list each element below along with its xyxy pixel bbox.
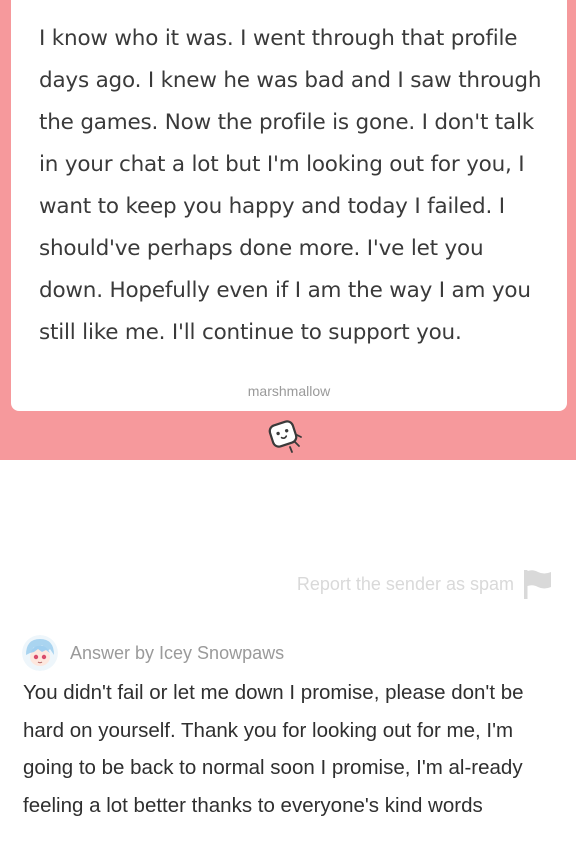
report-spam-button[interactable]: Report the sender as spam bbox=[297, 567, 552, 601]
answer-header: Answer by Icey Snowpaws bbox=[22, 632, 284, 674]
answer-text: You didn't fail or let me down I promise… bbox=[23, 681, 524, 817]
avatar[interactable] bbox=[22, 635, 58, 671]
question-banner: I know who it was. I went through that p… bbox=[0, 0, 576, 460]
marshmallow-logo-icon bbox=[268, 420, 302, 453]
flag-icon bbox=[524, 570, 551, 599]
question-text: I know who it was. I went through that p… bbox=[39, 26, 542, 345]
report-spam-label: Report the sender as spam bbox=[296, 573, 514, 594]
brand-label: marshmallow bbox=[247, 383, 331, 399]
answer-by-label: Answer by Icey Snowpaws bbox=[70, 642, 285, 663]
question-card: I know who it was. I went through that p… bbox=[11, 0, 567, 411]
